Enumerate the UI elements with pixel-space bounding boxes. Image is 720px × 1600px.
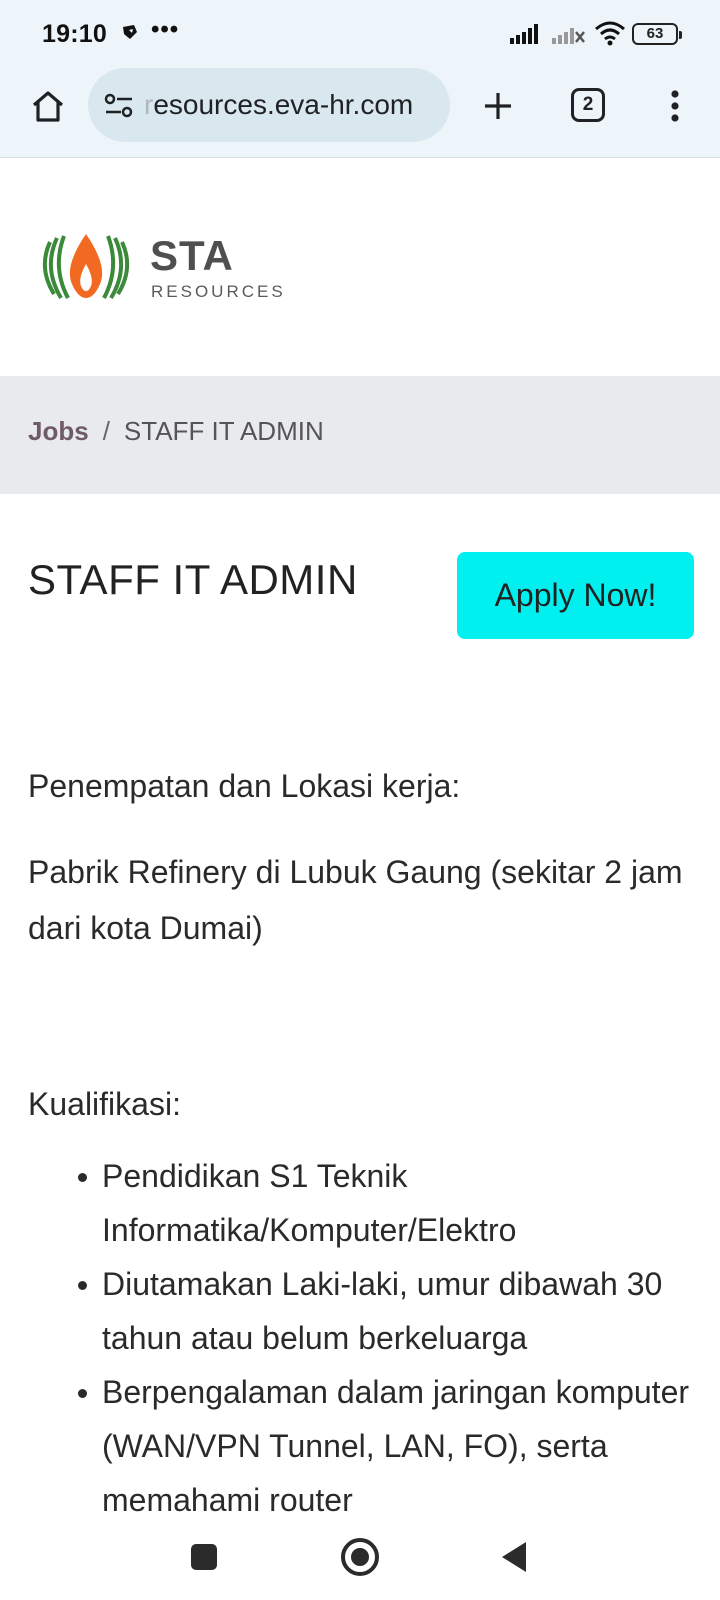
status-bar: 19:10 ••• 63: [0, 0, 720, 64]
wifi-icon: [594, 20, 626, 51]
breadcrumb-current: STAFF IT ADMIN: [123, 416, 324, 446]
signal-strength-icon: [510, 22, 546, 49]
job-detail: STAFF IT ADMIN Apply Now! Penempatan dan…: [0, 494, 720, 1514]
plus-icon: [485, 93, 511, 119]
placement-label: Penempatan dan Lokasi kerja:: [28, 768, 461, 804]
list-item: Pendidikan S1 Teknik Informatika/Kompute…: [28, 1149, 698, 1257]
address-bar[interactable]: resources.eva-hr.com: [88, 68, 450, 142]
logo-name: STA: [150, 232, 234, 279]
breadcrumb-row: Jobs / STAFF IT ADMIN: [28, 416, 324, 447]
more-notifications-icon: •••: [151, 16, 180, 43]
list-item: Berpengalaman dalam jaringan komputer (W…: [28, 1365, 698, 1514]
battery-indicator: 63: [632, 23, 682, 45]
sta-logo-icon[interactable]: [36, 228, 136, 308]
logo-subtitle: RESOURCES: [151, 282, 286, 301]
qualification-list: Pendidikan S1 Teknik Informatika/Kompute…: [28, 1149, 698, 1514]
site-settings-icon[interactable]: [104, 92, 134, 120]
home-nav-button[interactable]: [341, 1538, 379, 1576]
job-title: STAFF IT ADMIN: [28, 556, 358, 603]
no-signal-icon: [552, 22, 588, 49]
tab-switcher-button[interactable]: 2: [571, 88, 605, 122]
apply-now-button[interactable]: Apply Now!: [457, 552, 694, 639]
status-time: 19:10: [42, 20, 107, 48]
browser-toolbar: resources.eva-hr.com 2: [0, 64, 720, 158]
url-domain: esources.eva-hr.com: [153, 89, 414, 120]
breadcrumb-separator: /: [102, 416, 110, 446]
breadcrumb: Jobs / STAFF IT ADMIN: [0, 376, 720, 494]
back-button[interactable]: [502, 1542, 526, 1572]
system-navigation-bar: [0, 1514, 720, 1600]
browser-menu-button[interactable]: [660, 84, 690, 128]
url-faded-prefix: r: [144, 89, 154, 120]
breadcrumb-jobs-link[interactable]: Jobs: [28, 416, 89, 447]
home-button[interactable]: [26, 84, 70, 128]
qualification-label: Kualifikasi:: [28, 1086, 181, 1122]
site-header: STA RESOURCES: [0, 158, 720, 376]
new-tab-button[interactable]: [476, 84, 520, 128]
recents-button[interactable]: [191, 1544, 217, 1570]
url-text: resources.eva-hr.com: [144, 89, 444, 121]
list-item: Diutamakan Laki-laki, umur dibawah 30 ta…: [28, 1257, 698, 1365]
notification-icon: [120, 22, 140, 42]
more-vert-icon: [671, 90, 679, 122]
home-icon: [32, 91, 64, 122]
placement-text: Pabrik Refinery di Lubuk Gaung (sekitar …: [28, 854, 683, 946]
